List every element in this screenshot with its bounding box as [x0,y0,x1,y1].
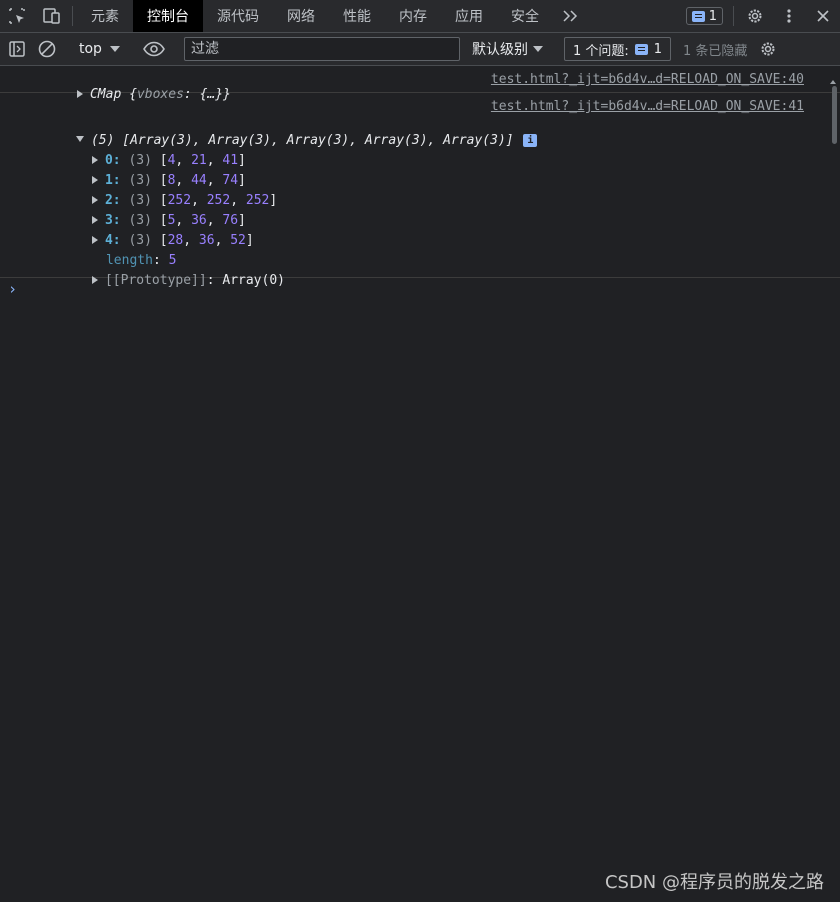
filter-input[interactable] [183,37,460,61]
sidebar-toggle-icon[interactable] [2,35,32,63]
devtools-tabbar: 元素 控制台 源代码 网络 性能 内存 应用 安全 1 [0,0,840,33]
chevron-down-icon [109,46,120,52]
tab-console[interactable]: 控制台 [133,0,203,32]
source-link[interactable]: test.html?_ijt=b6d4v…d=RELOAD_ON_SAVE:41 [491,99,804,114]
context-label: top [79,41,102,57]
message-icon [691,10,705,22]
messages-count: 1 [708,8,717,24]
issue-message-icon [634,43,648,55]
tab-network[interactable]: 网络 [273,0,329,32]
scrollbar-thumb[interactable] [832,86,837,144]
issues-count: 1 [653,41,663,57]
watermark: CSDN @程序员的脱发之路 [604,872,824,893]
tab-application[interactable]: 应用 [441,0,497,32]
issues-label: 1 个问题: [572,43,629,59]
tab-sources[interactable]: 源代码 [203,0,273,32]
prompt-chevron-icon: › [8,280,18,298]
inspect-element-icon[interactable] [0,0,34,32]
context-selector[interactable]: top [71,41,128,57]
console-output: test.html?_ijt=b6d4v…d=RELOAD_ON_SAVE:40… [0,66,840,306]
settings-gear-icon[interactable] [738,0,772,32]
device-toolbar-icon[interactable] [34,0,68,32]
tab-elements[interactable]: 元素 [77,0,133,32]
issues-button[interactable]: 1 个问题: 1 [563,37,672,61]
source-link[interactable]: test.html?_ijt=b6d4v…d=RELOAD_ON_SAVE:40 [491,72,804,87]
divider [733,6,734,26]
chevron-down-icon [532,46,543,52]
log-levels-dropdown[interactable]: 默认级别 [464,39,551,59]
clear-console-icon[interactable] [32,35,62,63]
console-settings-gear-icon[interactable] [753,35,783,63]
log-levels-label: 默认级别 [471,42,528,58]
console-prompt-row[interactable]: › [0,278,840,306]
hidden-messages-count: 1 条已隐藏 [683,43,748,59]
live-expression-eye-icon[interactable] [137,35,171,63]
tab-security[interactable]: 安全 [497,0,553,32]
console-message: test.html?_ijt=b6d4v…d=RELOAD_ON_SAVE:41… [0,93,840,288]
scroll-up-arrow-icon[interactable] [830,80,836,84]
tab-memory[interactable]: 内存 [385,0,441,32]
tab-performance[interactable]: 性能 [329,0,385,32]
close-icon[interactable] [806,0,840,32]
more-options-icon[interactable] [772,0,806,32]
messages-badge-button[interactable]: 1 [685,7,723,25]
more-tabs-chevron-icon[interactable] [553,0,587,32]
console-toolbar: top 默认级别 1 个问题: 1 1 条已隐藏 [0,33,840,66]
divider [72,6,73,26]
console-message: test.html?_ijt=b6d4v…d=RELOAD_ON_SAVE:40… [0,66,840,102]
info-icon[interactable]: i [523,134,538,147]
